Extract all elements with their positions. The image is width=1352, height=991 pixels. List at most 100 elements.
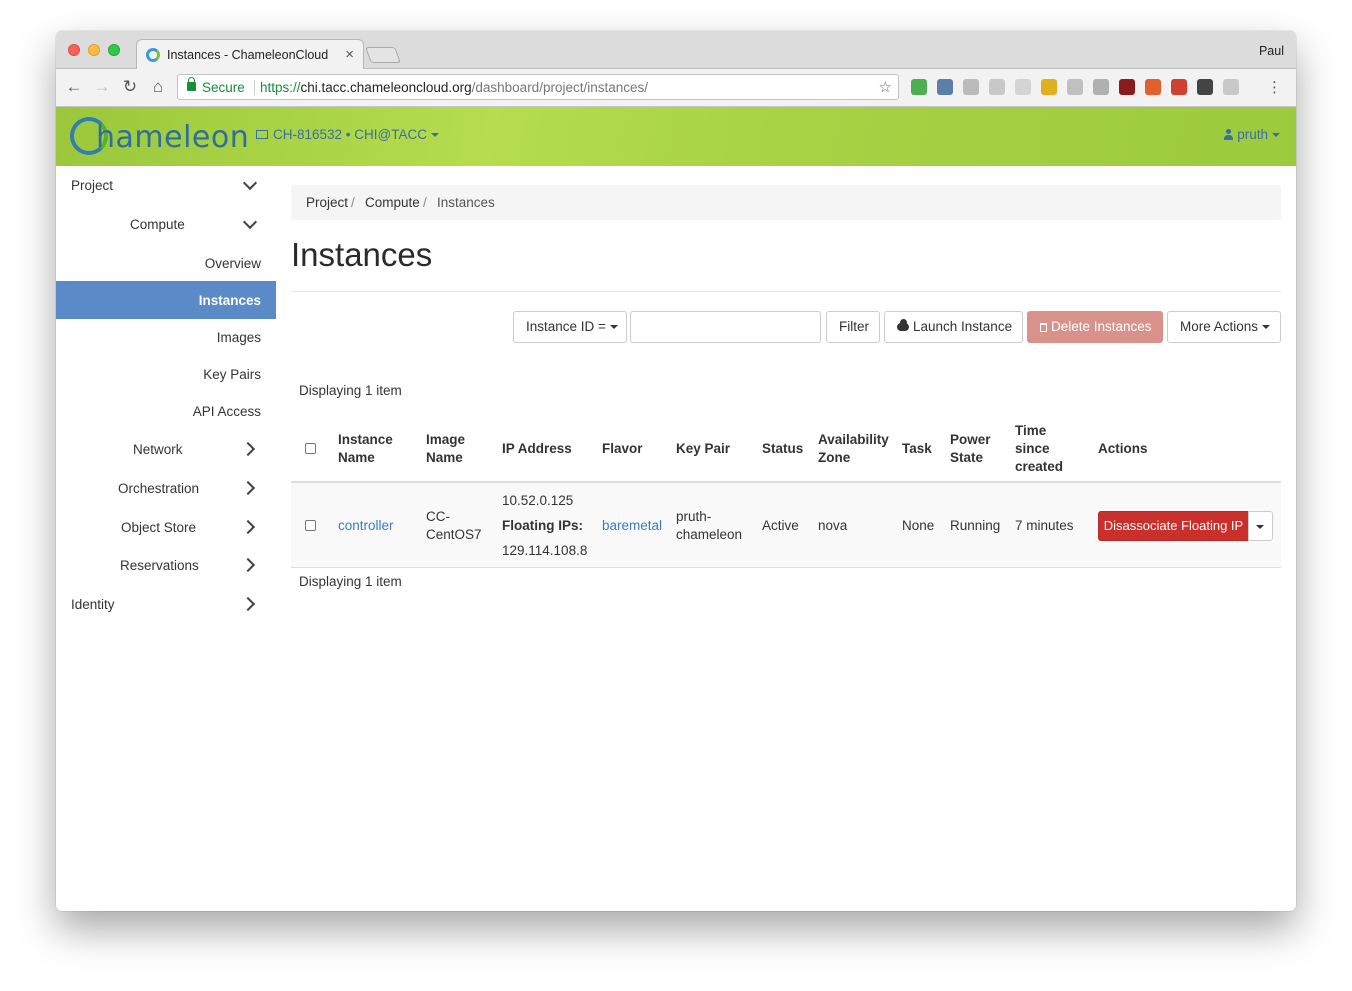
sidebar-item-api-access[interactable]: API Access xyxy=(56,392,276,430)
availability-zone-value: nova xyxy=(818,518,848,533)
browser-extension-icon[interactable] xyxy=(911,79,927,95)
browser-menu-icon[interactable]: ⋮ xyxy=(1267,78,1282,96)
column-flavor[interactable]: Flavor xyxy=(602,440,643,458)
browser-extension-icon[interactable] xyxy=(1041,79,1057,95)
browser-extension-icon[interactable] xyxy=(963,79,979,95)
reload-icon[interactable]: ↻ xyxy=(120,77,140,97)
sidebar-item-compute[interactable]: Compute xyxy=(56,205,276,243)
column-time-since-created[interactable]: Time since created xyxy=(1015,422,1063,476)
select-all-checkbox[interactable] xyxy=(305,443,316,454)
sidebar-item-instances[interactable]: Instances xyxy=(56,281,276,319)
browser-extension-icon[interactable] xyxy=(1067,79,1083,95)
browser-extension-icon[interactable] xyxy=(1093,79,1109,95)
disassociate-floating-ip-button[interactable]: Disassociate Floating IP xyxy=(1098,511,1249,541)
sidebar: Project Compute Overview Instances Image… xyxy=(56,166,276,911)
launch-instance-button[interactable]: Launch Instance xyxy=(884,311,1023,343)
sidebar-item-images[interactable]: Images xyxy=(56,318,276,356)
header-line: Name xyxy=(338,450,375,465)
maximize-window-button[interactable] xyxy=(108,44,120,56)
sidebar-item-label: Reservations xyxy=(120,558,199,573)
sidebar-item-label: Images xyxy=(216,330,261,345)
chevron-right-icon xyxy=(242,557,258,573)
breadcrumb-compute[interactable]: Compute xyxy=(365,195,420,210)
new-tab-button[interactable] xyxy=(365,47,401,63)
chevron-right-icon xyxy=(242,596,258,612)
column-instance-name[interactable]: Instance Name xyxy=(338,431,393,467)
launch-instance-label: Launch Instance xyxy=(913,319,1013,334)
page-title: Instances xyxy=(291,236,433,273)
app-header: hameleon CH-816532 • CHI@TACC pruth xyxy=(56,107,1296,166)
project-selector[interactable]: CH-816532 • CHI@TACC xyxy=(256,127,439,142)
browser-extension-icon[interactable] xyxy=(1015,79,1031,95)
header-line: since xyxy=(1015,441,1050,456)
sidebar-item-label: Project xyxy=(71,178,114,193)
bookmark-star-icon[interactable]: ☆ xyxy=(879,78,892,96)
browser-extension-icon[interactable] xyxy=(1223,79,1239,95)
tab-strip: Instances - ChameleonCloud × Paul xyxy=(56,31,1296,69)
column-status[interactable]: Status xyxy=(762,440,803,458)
column-task[interactable]: Task xyxy=(902,440,932,458)
column-image-name[interactable]: Image Name xyxy=(426,431,465,467)
browser-extension-icon[interactable] xyxy=(1145,79,1161,95)
minimize-window-button[interactable] xyxy=(88,44,100,56)
sidebar-item-reservations[interactable]: Reservations xyxy=(56,546,276,584)
forward-arrow-icon[interactable]: → xyxy=(92,77,112,97)
caret-down-icon xyxy=(609,325,618,329)
browser-extension-icon[interactable] xyxy=(989,79,1005,95)
home-icon[interactable]: ⌂ xyxy=(148,77,168,97)
sidebar-item-key-pairs[interactable]: Key Pairs xyxy=(56,355,276,393)
sidebar-item-label: Compute xyxy=(130,217,185,232)
sidebar-item-overview[interactable]: Overview xyxy=(56,244,276,282)
browser-tab[interactable]: Instances - ChameleonCloud × xyxy=(136,39,364,69)
sidebar-item-label: Key Pairs xyxy=(203,367,261,382)
header-line: Instance xyxy=(338,432,393,447)
more-actions-label: More Actions xyxy=(1180,319,1259,334)
filter-input[interactable] xyxy=(630,311,821,343)
close-window-button[interactable] xyxy=(68,44,80,56)
browser-extension-icon[interactable] xyxy=(1171,79,1187,95)
column-availability-zone[interactable]: Availability Zone xyxy=(818,431,889,467)
caret-down-icon xyxy=(1256,525,1264,529)
browser-toolbar: ← → ↻ ⌂ Secure https://chi.tacc.chameleo… xyxy=(56,69,1296,107)
tab-close-icon[interactable]: × xyxy=(345,46,354,63)
cloud-upload-icon xyxy=(897,319,909,331)
more-actions-button[interactable]: More Actions xyxy=(1167,311,1281,343)
cell-line: chameleon xyxy=(676,527,743,542)
sidebar-item-label: Identity xyxy=(71,597,115,612)
flavor-link[interactable]: baremetal xyxy=(602,517,662,535)
logo-text: hameleon xyxy=(96,120,250,155)
breadcrumb-project[interactable]: Project xyxy=(306,195,348,210)
profile-name[interactable]: Paul xyxy=(1259,44,1284,58)
row-actions-dropdown-button[interactable] xyxy=(1248,511,1273,541)
sidebar-item-network[interactable]: Network xyxy=(56,430,276,468)
back-arrow-icon[interactable]: ← xyxy=(64,77,84,97)
browser-extension-icon[interactable] xyxy=(1119,79,1135,95)
address-bar[interactable]: Secure https://chi.tacc.chameleoncloud.o… xyxy=(177,74,899,100)
instance-name-link[interactable]: controller xyxy=(338,517,394,535)
filter-field-select[interactable]: Instance ID = xyxy=(513,311,627,343)
column-key-pair[interactable]: Key Pair xyxy=(676,440,730,458)
delete-instances-button[interactable]: Delete Instances xyxy=(1027,311,1163,343)
browser-window: Instances - ChameleonCloud × Paul ← → ↻ … xyxy=(56,31,1296,911)
breadcrumb: Project / Compute / Instances xyxy=(291,185,1281,220)
sidebar-item-identity[interactable]: Identity xyxy=(56,585,276,623)
sidebar-item-project[interactable]: Project xyxy=(56,166,276,204)
url-text[interactable]: https://chi.tacc.chameleoncloud.org/dash… xyxy=(260,80,648,95)
omnibox-divider xyxy=(254,80,255,95)
user-menu[interactable]: pruth xyxy=(1224,127,1280,142)
column-ip-address[interactable]: IP Address xyxy=(502,440,572,458)
header-line: Name xyxy=(426,450,463,465)
sidebar-item-object-store[interactable]: Object Store xyxy=(56,508,276,546)
header-line: Power xyxy=(950,432,991,447)
column-power-state[interactable]: Power State xyxy=(950,431,991,467)
sidebar-item-orchestration[interactable]: Orchestration xyxy=(56,469,276,507)
main-content: Project / Compute / Instances Instances … xyxy=(291,166,1281,911)
filter-button[interactable]: Filter xyxy=(826,311,880,343)
delete-instances-label: Delete Instances xyxy=(1051,319,1152,334)
chameleon-logo[interactable]: hameleon xyxy=(70,117,249,157)
browser-extension-icon[interactable] xyxy=(1197,79,1213,95)
chameleon-favicon-icon xyxy=(146,48,160,62)
project-label: CH-816532 • CHI@TACC xyxy=(273,127,427,142)
row-checkbox[interactable] xyxy=(305,520,316,531)
browser-extension-icon[interactable] xyxy=(937,79,953,95)
